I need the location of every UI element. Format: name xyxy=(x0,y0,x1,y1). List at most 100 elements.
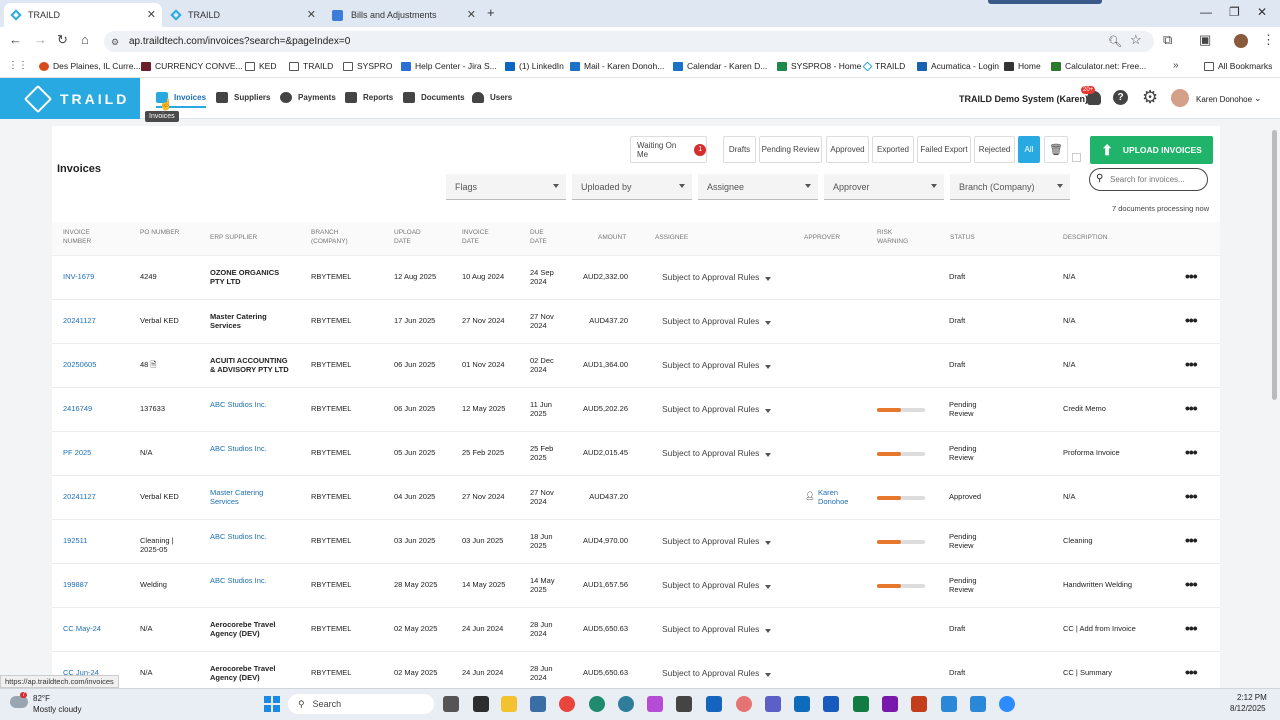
filter-drafts[interactable]: Drafts xyxy=(723,136,756,163)
app-icon-8[interactable] xyxy=(970,696,986,712)
bookmark-mail[interactable]: Mail - Karen Donoh... xyxy=(570,58,664,74)
assignee-select[interactable]: Subject to Approval Rules xyxy=(662,360,759,370)
branch-dropdown[interactable]: Branch (Company) xyxy=(950,174,1070,200)
tab-search-icon[interactable]: ▣ xyxy=(1199,32,1211,48)
table-row[interactable]: 20241127 Verbal KED Master Catering Servic… xyxy=(52,476,1220,520)
apps-icon[interactable]: ⋮⋮ xyxy=(8,60,28,71)
url-text[interactable]: ap.traildtech.com/invoices?search=&pageI… xyxy=(129,36,350,47)
extensions-icon[interactable]: ⧉ xyxy=(1163,32,1172,48)
app-icon-4[interactable] xyxy=(676,696,692,712)
minimize-icon[interactable]: — xyxy=(1200,5,1212,19)
col-branch[interactable]: BRANCH (COMPANY) xyxy=(311,228,366,246)
browser-menu-icon[interactable]: ⋮ xyxy=(1262,32,1275,48)
widgets-icon[interactable] xyxy=(473,696,489,712)
excel-icon[interactable] xyxy=(853,696,869,712)
nav-suppliers[interactable]: Suppliers xyxy=(216,92,270,103)
row-actions-more-icon[interactable]: ••• xyxy=(1185,620,1198,636)
browser-tab-traild-1[interactable]: TRAILD ✕ xyxy=(4,3,162,27)
search-box[interactable]: ⚲ xyxy=(1089,168,1208,191)
table-row[interactable]: 2416749 137633 ABC Studios Inc. RBYTEMEL 06 … xyxy=(52,388,1220,432)
table-row[interactable]: 20250605 48 🗎 ACUITI ACCOUNTING & ADVISORY… xyxy=(52,344,1220,388)
assignee-select[interactable]: Subject to Approval Rules xyxy=(662,668,759,678)
select-all-checkbox[interactable] xyxy=(1072,153,1081,162)
close-tab-icon[interactable]: ✕ xyxy=(307,8,316,21)
traild-logo[interactable]: TRAILD xyxy=(0,78,140,119)
col-amount[interactable]: AMOUNT xyxy=(598,233,626,242)
erp-supplier[interactable]: Master Catering Services xyxy=(210,488,292,506)
onenote-icon[interactable] xyxy=(882,696,898,712)
nav-reports[interactable]: Reports xyxy=(345,92,393,103)
app-icon-3[interactable] xyxy=(647,696,663,712)
approver-name[interactable]: Karen Donohoe xyxy=(818,488,858,506)
invoice-number-link[interactable]: CC May-24 xyxy=(63,624,111,633)
scrollbar-thumb[interactable] xyxy=(1272,130,1277,400)
row-actions-more-icon[interactable]: ••• xyxy=(1185,576,1198,592)
col-status[interactable]: STATUS xyxy=(950,233,975,242)
profile-avatar-icon[interactable] xyxy=(1234,34,1248,48)
page-scrollbar[interactable] xyxy=(1272,130,1278,686)
bookmark-home[interactable]: Home xyxy=(1004,58,1041,74)
assignee-select[interactable]: Subject to Approval Rules xyxy=(662,272,759,282)
nav-documents[interactable]: Documents xyxy=(403,92,465,103)
row-actions-more-icon[interactable]: ••• xyxy=(1185,444,1198,460)
bookmark-currency[interactable]: CURRENCY CONVE... xyxy=(141,58,243,74)
invoice-number-link[interactable]: 2416749 xyxy=(63,404,111,413)
row-actions-more-icon[interactable]: ••• xyxy=(1185,664,1198,680)
new-tab-icon[interactable]: + xyxy=(487,5,495,20)
approver-dropdown[interactable]: Approver xyxy=(824,174,944,200)
taskbar-search-box[interactable]: ⚲ Search xyxy=(288,694,434,714)
col-assignee[interactable]: ASSIGNEE xyxy=(655,233,688,242)
filter-failed-export[interactable]: Failed Export xyxy=(917,136,971,163)
bookmark-star-icon[interactable]: ☆ xyxy=(1130,32,1142,48)
assignee-select[interactable]: Subject to Approval Rules xyxy=(662,404,759,414)
invoice-number-link[interactable]: INV-1679 xyxy=(63,272,111,281)
zoom-app-icon[interactable] xyxy=(999,696,1015,712)
assignee-select[interactable]: Subject to Approval Rules xyxy=(662,624,759,634)
invoice-number-link[interactable]: 20241127 xyxy=(63,316,111,325)
close-tab-icon[interactable]: ✕ xyxy=(467,8,476,21)
col-description[interactable]: DESCRIPTION xyxy=(1063,233,1107,242)
settings-gear-icon[interactable]: ⚙ xyxy=(1142,87,1158,108)
assignee-dropdown[interactable]: Assignee xyxy=(698,174,818,200)
back-icon[interactable]: ← xyxy=(9,32,22,47)
trash-icon[interactable]: 🗑︎ xyxy=(1044,136,1068,163)
app-icon-1[interactable] xyxy=(530,696,546,712)
help-icon[interactable]: ? xyxy=(1113,90,1128,105)
assignee-select[interactable]: Subject to Approval Rules xyxy=(662,536,759,546)
nav-users[interactable]: Users xyxy=(472,92,512,103)
filter-approved[interactable]: Approved xyxy=(826,136,869,163)
bookmark-syspro8[interactable]: SYSPRO8 - Home xyxy=(777,58,861,74)
bookmark-syspro[interactable]: SYSPRO xyxy=(343,58,392,74)
windows-start-icon[interactable] xyxy=(264,696,280,712)
erp-supplier[interactable]: ABC Studios Inc. xyxy=(210,444,292,453)
close-tab-icon[interactable]: ✕ xyxy=(147,8,156,21)
bookmark-jira[interactable]: Help Center - Jira S... xyxy=(401,58,497,74)
close-window-icon[interactable]: ✕ xyxy=(1257,5,1267,19)
browser-tab-traild-2[interactable]: TRAILD ✕ xyxy=(164,3,322,27)
table-row[interactable]: 199887 Welding ABC Studios Inc. RBYTEMEL 28 … xyxy=(52,564,1220,608)
col-invoice-number[interactable]: INVOICE NUMBER xyxy=(63,228,113,246)
col-risk-warning[interactable]: RISK WARNING xyxy=(877,228,917,246)
all-bookmarks[interactable]: All Bookmarks xyxy=(1204,58,1272,74)
col-due-date[interactable]: DUE DATE xyxy=(530,228,560,246)
user-avatar[interactable] xyxy=(1171,89,1189,107)
chrome-icon[interactable] xyxy=(559,696,575,712)
cloudy-weather-icon[interactable] xyxy=(10,696,28,708)
invoice-number-link[interactable]: 199887 xyxy=(63,580,111,589)
table-row[interactable]: INV-1679 4249 OZONE ORGANICS PTY LTD RBYTEM… xyxy=(52,256,1220,300)
col-erp-supplier[interactable]: ERP SUPPLIER xyxy=(210,233,257,242)
document-icon[interactable]: 🗎 xyxy=(148,360,156,369)
restore-icon[interactable]: ❐ xyxy=(1229,5,1240,19)
user-name[interactable]: Karen Donohoe xyxy=(1196,95,1252,104)
row-actions-more-icon[interactable]: ••• xyxy=(1185,532,1198,548)
bookmark-traild-folder[interactable]: TRAILD xyxy=(289,58,333,74)
search-input[interactable] xyxy=(1110,175,1200,184)
app-icon-5[interactable] xyxy=(706,696,722,712)
invoice-number-link[interactable]: PF 2025 xyxy=(63,448,111,457)
table-row[interactable]: 192511 Cleaning | 2025-05 ABC Studios Inc.… xyxy=(52,520,1220,564)
erp-supplier[interactable]: ABC Studios Inc. xyxy=(210,400,292,409)
row-actions-more-icon[interactable]: ••• xyxy=(1185,312,1198,328)
user-menu-chevron-down-icon[interactable]: ⌄ xyxy=(1254,93,1262,104)
col-invoice-date[interactable]: INVOICE DATE xyxy=(462,228,502,246)
invoice-number-link[interactable]: 192511 xyxy=(63,536,111,545)
